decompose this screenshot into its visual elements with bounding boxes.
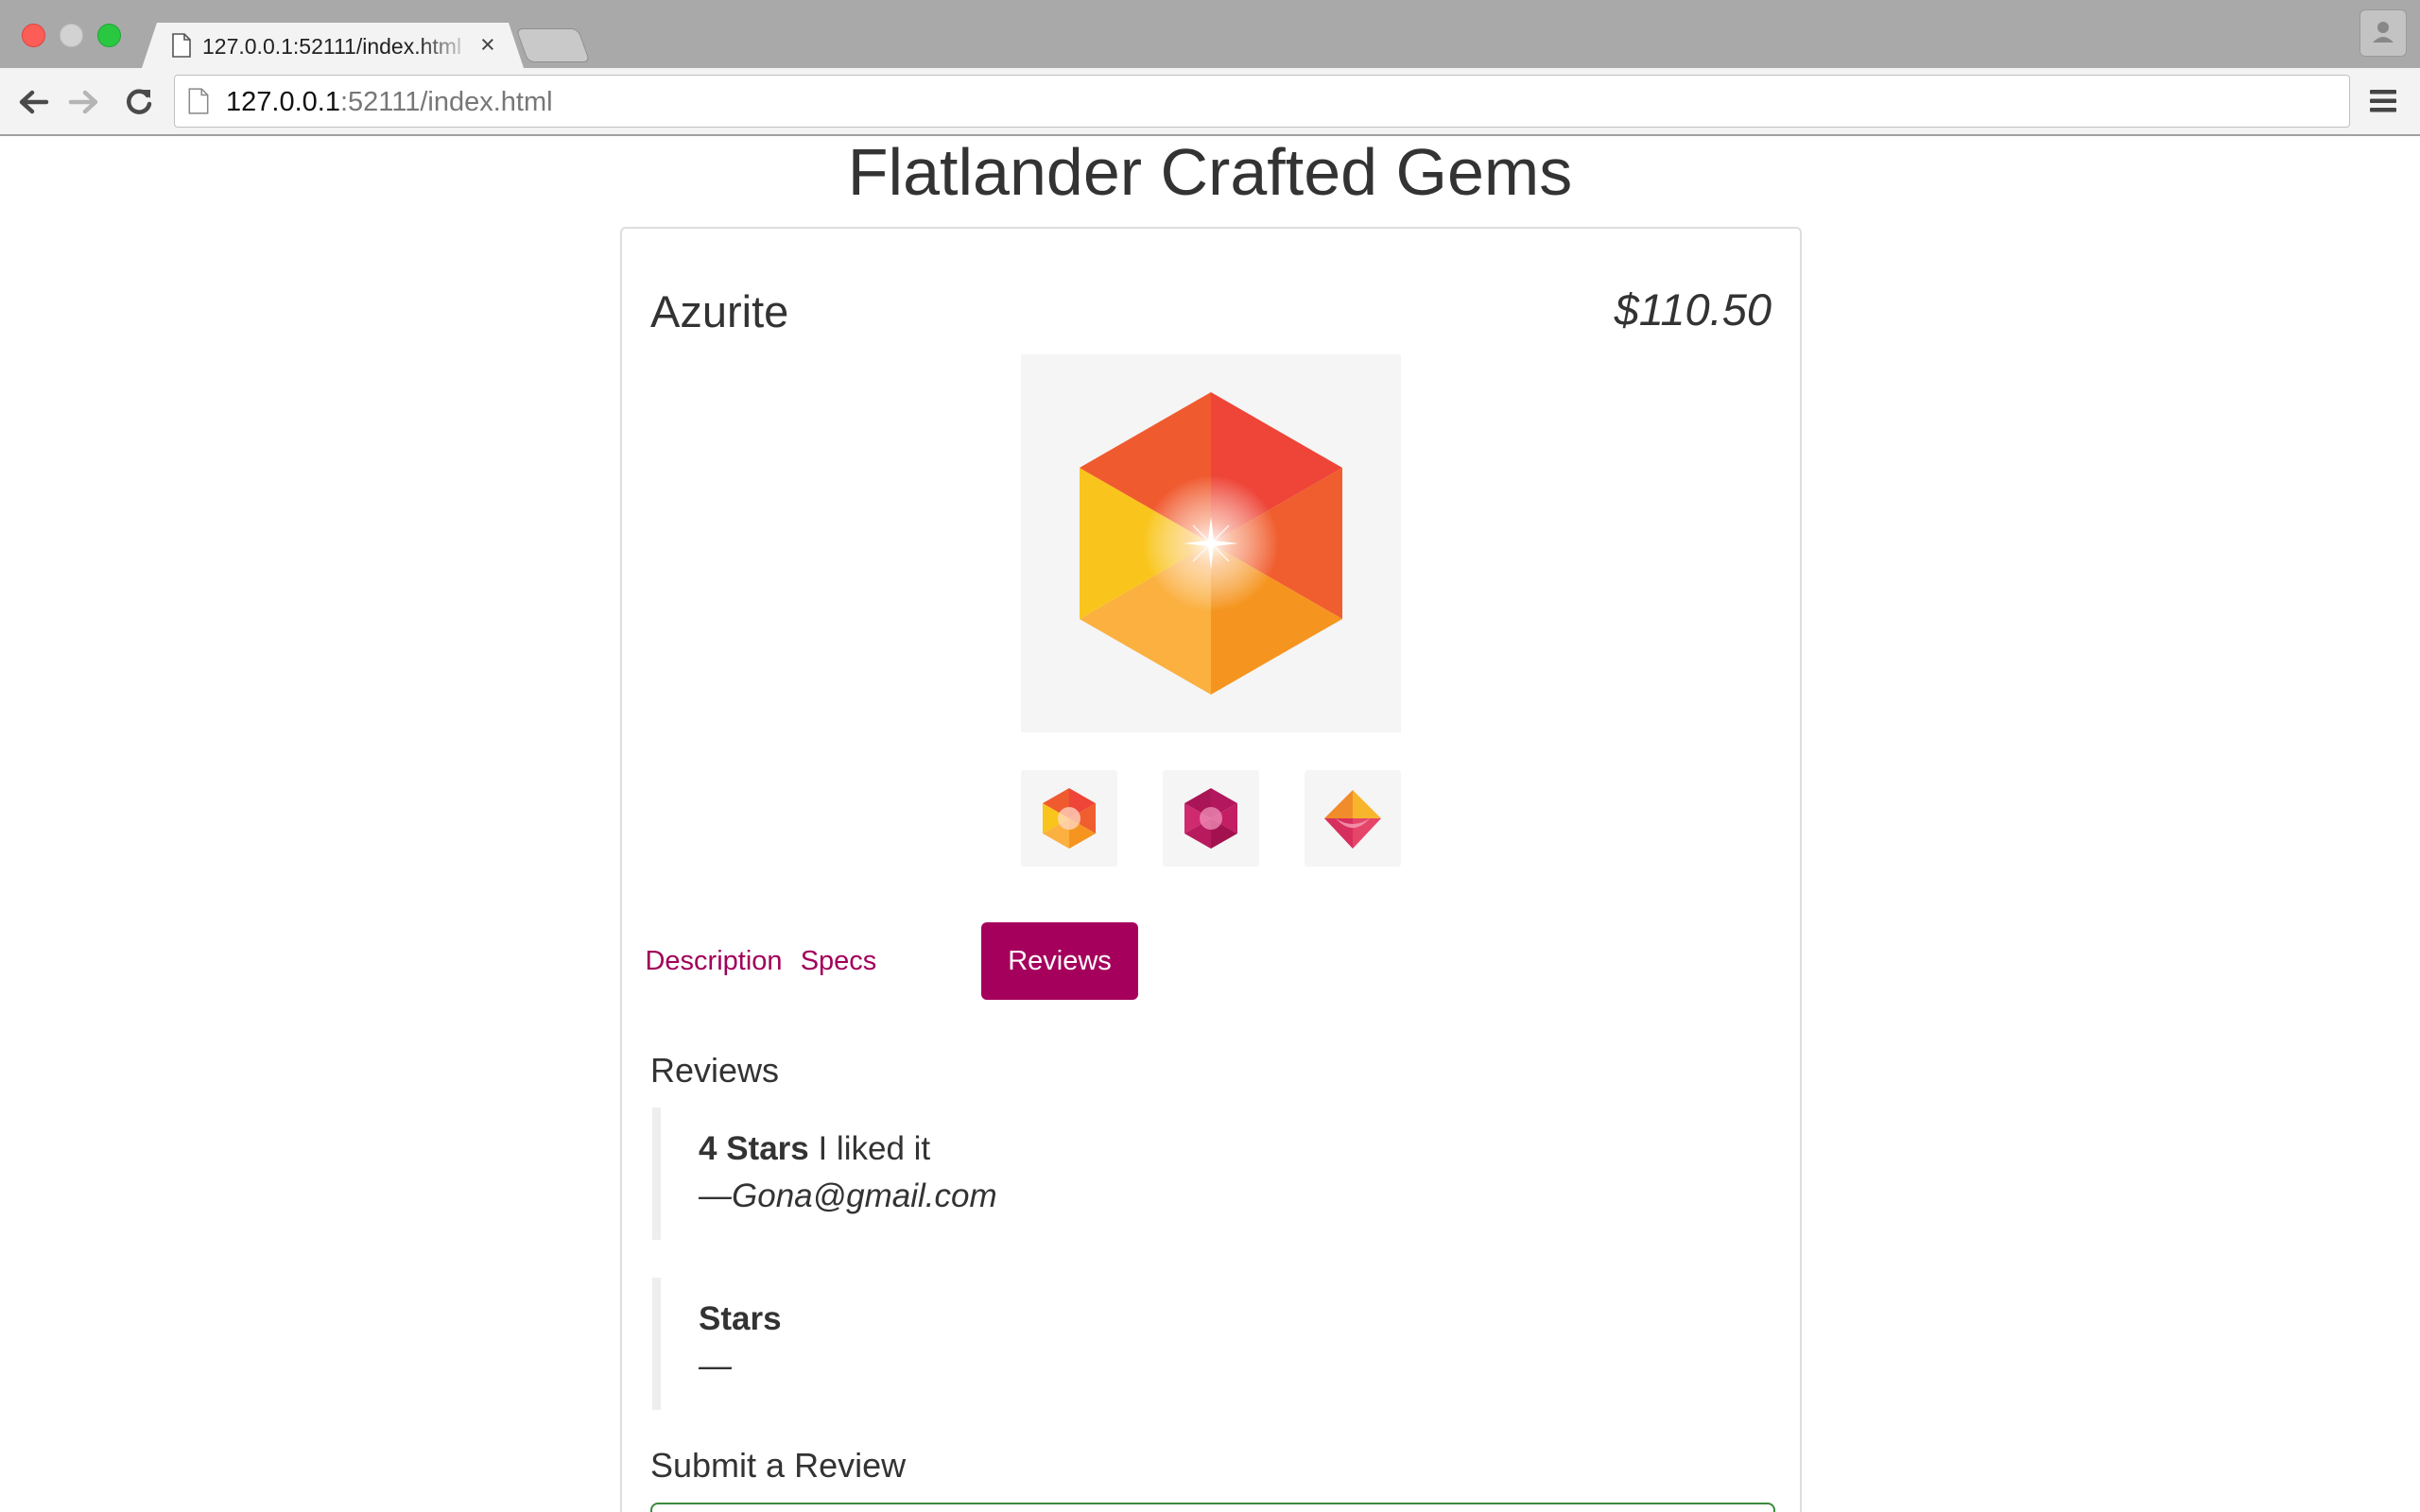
reviews-heading: Reviews: [650, 1051, 780, 1090]
window-maximize-button[interactable]: [97, 24, 121, 47]
tab-specs[interactable]: Specs: [788, 922, 889, 1000]
page-title: Flatlander Crafted Gems: [847, 135, 1573, 209]
page-icon: [188, 88, 209, 114]
product-panel: Azurite $110.50 Description Specs Review…: [620, 227, 1802, 1512]
review-item: Stars —: [652, 1278, 1768, 1410]
orange-hexagon-gem-image: [1080, 392, 1342, 695]
tab-description[interactable]: Description: [639, 922, 788, 1000]
product-main-image: [1021, 354, 1401, 732]
review-stars: Stars: [699, 1300, 782, 1337]
address-bar[interactable]: 127.0.0.1:52111/index.html: [174, 75, 2350, 128]
review-text: 4 Stars I liked it: [699, 1128, 930, 1170]
forward-arrow-icon[interactable]: [66, 85, 102, 119]
tab-reviews[interactable]: Reviews: [981, 922, 1138, 1000]
person-icon: [2373, 22, 2394, 43]
reload-icon[interactable]: [121, 85, 157, 119]
review-stars: 4 Stars: [699, 1130, 809, 1167]
window-close-button[interactable]: [22, 24, 45, 47]
window-minimize-button[interactable]: [60, 24, 83, 47]
url-host: 127.0.0.1: [226, 87, 340, 117]
url-text[interactable]: 127.0.0.1:52111/index.html: [226, 86, 553, 118]
review-author: —: [699, 1348, 732, 1384]
url-path: :52111/index.html: [339, 87, 553, 117]
thumbnail-diamond-gem[interactable]: [1305, 770, 1401, 867]
review-author: —Gona@gmail.com: [699, 1177, 997, 1214]
product-price: $110.50: [1614, 284, 1772, 335]
profile-button[interactable]: [2360, 9, 2407, 57]
browser-tab-title: 127.0.0.1:52111/index.html: [202, 34, 462, 59]
thumbnail-magenta-gem[interactable]: [1163, 770, 1259, 867]
tab-close-icon[interactable]: ×: [480, 30, 495, 59]
orange-hexagon-gem-icon: [1043, 788, 1096, 849]
page-icon: [172, 33, 191, 58]
review-text: Stars: [699, 1298, 782, 1340]
browser-tab-strip: 127.0.0.1:52111/index.html ×: [0, 0, 2420, 68]
review-form-field[interactable]: [650, 1503, 1775, 1512]
back-arrow-icon[interactable]: [15, 85, 51, 119]
diamond-gem-icon: [1324, 790, 1381, 849]
review-body: I liked it: [818, 1130, 931, 1167]
browser-toolbar: 127.0.0.1:52111/index.html: [0, 68, 2420, 136]
magenta-hexagon-gem-icon: [1184, 788, 1237, 849]
submit-review-heading: Submit a Review: [650, 1446, 907, 1485]
product-name: Azurite: [650, 286, 789, 336]
browser-tab-active[interactable]: 127.0.0.1:52111/index.html ×: [142, 23, 524, 68]
thumbnail-orange-gem[interactable]: [1021, 770, 1117, 867]
hamburger-menu-icon[interactable]: [2369, 87, 2397, 115]
new-tab-button[interactable]: [515, 28, 591, 62]
review-item: 4 Stars I liked it —Gona@gmail.com: [652, 1108, 1768, 1240]
